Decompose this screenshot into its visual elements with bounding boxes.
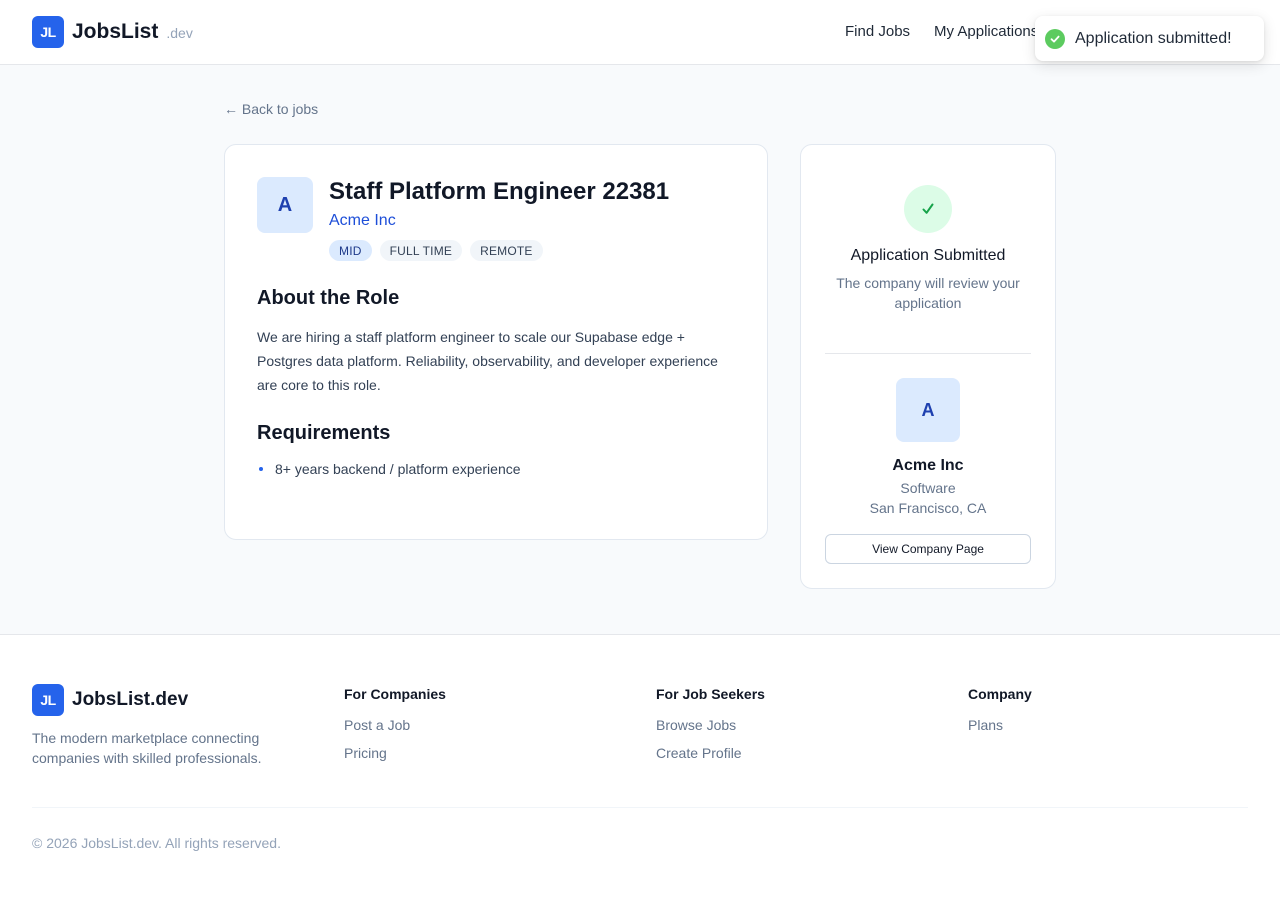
footer-brand[interactable]: JL JobsList.dev	[32, 684, 188, 716]
list-item: 8+ years backend / platform experience	[257, 461, 521, 477]
check-circle-icon	[1045, 28, 1065, 49]
job-detail-card: A Staff Platform Engineer 22381 Acme Inc…	[224, 144, 768, 540]
job-description: We are hiring a staff platform engineer …	[257, 329, 718, 393]
tag-employment-type: FULL TIME	[379, 240, 463, 261]
footer-tagline: The modern marketplace connecting compan…	[32, 730, 262, 766]
toast-message: Application submitted!	[1075, 29, 1232, 47]
requirements-list: 8+ years backend / platform experience	[257, 461, 521, 477]
footer-link-browse-jobs[interactable]: Browse Jobs	[656, 716, 765, 734]
footer-column-companies: For Companies Post a Job Pricing	[344, 686, 446, 772]
main-content: ← Back to jobs A Staff Platform Engineer…	[0, 65, 1280, 635]
company-link[interactable]: Acme Inc	[329, 212, 396, 230]
nav-my-applications[interactable]: My Applications	[934, 23, 1038, 40]
footer-heading: Company	[968, 686, 1032, 702]
main-nav: Find Jobs My Applications	[845, 23, 1038, 40]
brand-suffix: .dev	[166, 25, 193, 41]
company-location: San Francisco, CA	[869, 500, 987, 516]
logo-mark: JL	[32, 16, 64, 48]
company-avatar: A	[257, 177, 313, 233]
footer-heading: For Job Seekers	[656, 686, 765, 702]
job-title: Staff Platform Engineer 22381	[329, 178, 670, 205]
company-industry: Software	[900, 480, 956, 496]
status-title: Application Submitted	[850, 247, 1006, 264]
footer-column-job-seekers: For Job Seekers Browse Jobs Create Profi…	[656, 686, 765, 772]
check-icon	[904, 185, 952, 233]
tag-location-type: REMOTE	[470, 240, 543, 261]
footer-link-pricing[interactable]: Pricing	[344, 744, 446, 762]
application-status-card: Application Submitted The company will r…	[800, 144, 1056, 589]
company-name: Acme Inc	[892, 457, 964, 474]
footer-link-plans[interactable]: Plans	[968, 716, 1032, 734]
site-footer: JL JobsList.dev The modern marketplace c…	[0, 634, 1280, 900]
back-to-jobs-link[interactable]: ← Back to jobs	[224, 101, 318, 117]
brand-name: JobsList	[72, 20, 159, 43]
status-subtitle: The company will review your application	[836, 275, 1020, 311]
requirements-heading: Requirements	[257, 422, 391, 444]
about-heading: About the Role	[257, 287, 400, 309]
tag-level: MID	[329, 240, 372, 261]
view-company-page-button[interactable]: View Company Page	[825, 534, 1031, 564]
nav-find-jobs[interactable]: Find Jobs	[845, 23, 910, 40]
footer-column-company: Company Plans	[968, 686, 1032, 744]
divider	[825, 353, 1031, 354]
footer-link-create-profile[interactable]: Create Profile	[656, 744, 765, 762]
footer-divider	[32, 807, 1248, 808]
bullet-icon	[259, 467, 263, 471]
job-tags: MID FULL TIME REMOTE	[329, 240, 543, 261]
requirement-text: 8+ years backend / platform experience	[275, 461, 521, 477]
copyright-text: © 2026 JobsList.dev. All rights reserved…	[32, 835, 281, 851]
footer-heading: For Companies	[344, 686, 446, 702]
footer-brand-name: JobsList.dev	[72, 689, 189, 710]
brand-logo-link[interactable]: JL JobsList .dev	[32, 16, 193, 48]
success-toast: Application submitted!	[1035, 16, 1264, 61]
company-avatar-large: A	[896, 378, 960, 442]
footer-logo-mark: JL	[32, 684, 64, 716]
footer-link-post-job[interactable]: Post a Job	[344, 716, 446, 734]
